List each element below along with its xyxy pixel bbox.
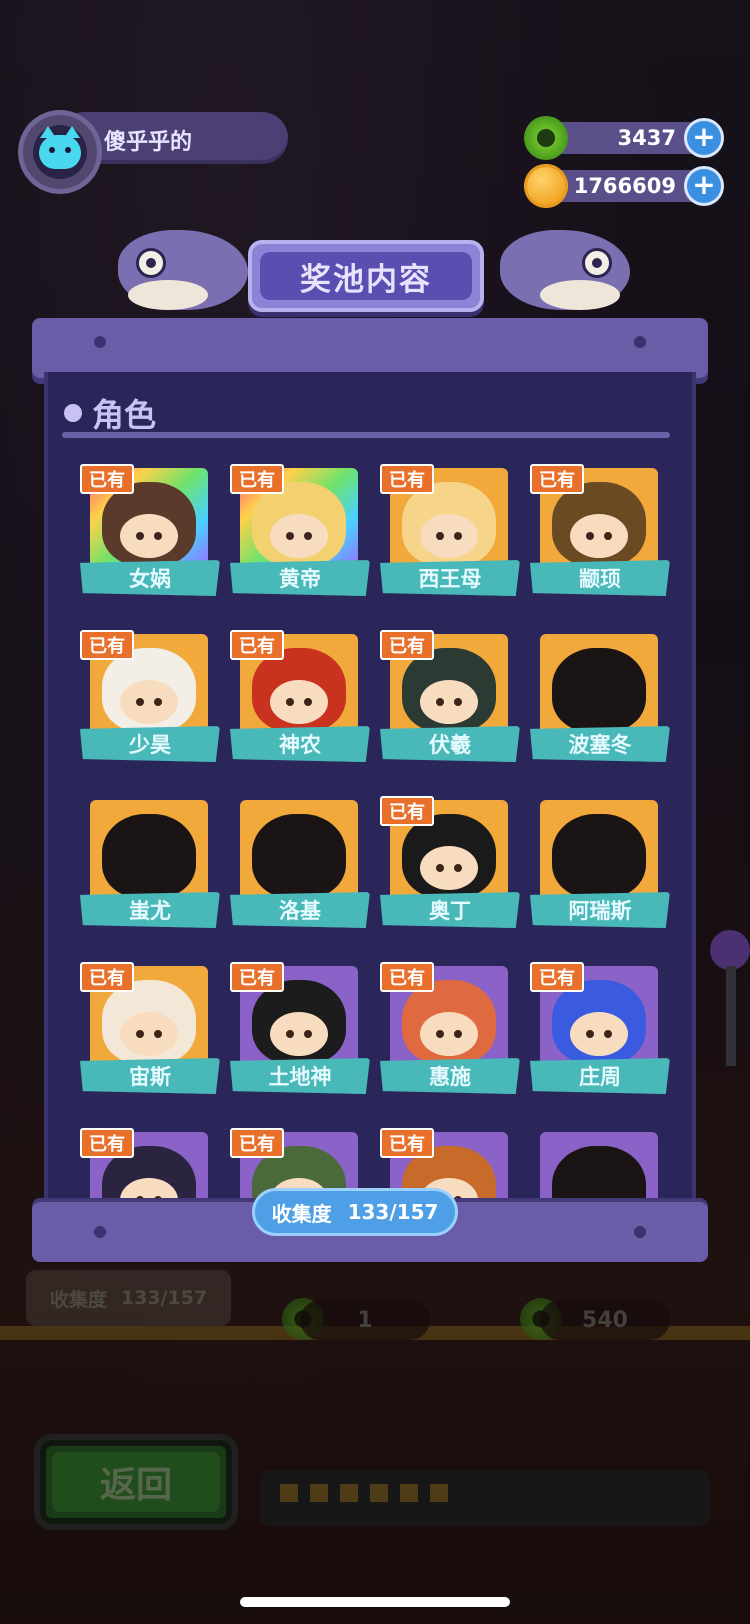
owned-badge: 已有 bbox=[380, 796, 434, 826]
character-card[interactable]: 已有 伏羲 bbox=[380, 630, 520, 778]
character-card[interactable]: 已有 西王母 bbox=[380, 464, 520, 612]
section-header: 角色 bbox=[64, 390, 156, 436]
owned-badge: 已有 bbox=[80, 962, 134, 992]
character-card[interactable]: 已有 奥丁 bbox=[380, 796, 520, 944]
character-card[interactable]: 阿瑞斯 bbox=[530, 796, 670, 944]
character-card[interactable]: 已有 少昊 bbox=[80, 630, 220, 778]
planet-coin-icon bbox=[524, 164, 568, 208]
character-name: 蚩尤 bbox=[80, 892, 220, 928]
character-card[interactable]: 已有 颛顼 bbox=[530, 464, 670, 612]
character-name: 阿瑞斯 bbox=[530, 892, 670, 928]
add-planet-currency-button[interactable]: + bbox=[684, 166, 724, 206]
character-card[interactable]: 洛基 bbox=[230, 796, 370, 944]
modal-title: 奖池内容 bbox=[260, 252, 472, 300]
character-card[interactable] bbox=[530, 1128, 670, 1206]
prize-pool-list[interactable]: 角色 已有 女娲 已有 黄帝 已有 西王母 已有 颛顼 已有 少昊 已有 神农 已有 伏羲 波塞冬 蚩尤 洛基已… bbox=[44, 372, 696, 1206]
owned-badge: 已有 bbox=[230, 1128, 284, 1158]
character-portrait bbox=[552, 814, 646, 898]
modal-title-plate: 奖池内容 bbox=[248, 240, 484, 312]
player-profile[interactable]: 傻乎乎的 bbox=[18, 110, 288, 194]
add-green-currency-button[interactable]: + bbox=[684, 118, 724, 158]
character-name: 伏羲 bbox=[380, 726, 520, 762]
character-portrait bbox=[252, 980, 346, 1064]
green-coin-icon bbox=[524, 116, 568, 160]
currency-planet: 1766609 + bbox=[524, 164, 724, 208]
character-card[interactable]: 已有 土地神 bbox=[230, 962, 370, 1110]
fish-decoration-right bbox=[500, 230, 630, 310]
character-portrait bbox=[402, 980, 496, 1064]
owned-badge: 已有 bbox=[230, 630, 284, 660]
owned-badge: 已有 bbox=[530, 962, 584, 992]
owned-badge: 已有 bbox=[380, 630, 434, 660]
character-portrait bbox=[252, 482, 346, 566]
owned-badge: 已有 bbox=[380, 1128, 434, 1158]
avatar[interactable] bbox=[18, 110, 102, 194]
character-card[interactable]: 已有 神农 bbox=[230, 630, 370, 778]
currency-green-value: 3437 bbox=[617, 126, 676, 150]
character-name: 神农 bbox=[230, 726, 370, 762]
character-name: 庄周 bbox=[530, 1058, 670, 1094]
character-name: 西王母 bbox=[380, 560, 520, 596]
character-card[interactable]: 已有 黄帝 bbox=[230, 464, 370, 612]
character-name: 惠施 bbox=[380, 1058, 520, 1094]
character-portrait bbox=[402, 482, 496, 566]
modal-top-frame bbox=[32, 318, 708, 378]
character-name: 波塞冬 bbox=[530, 726, 670, 762]
character-name: 黄帝 bbox=[230, 560, 370, 596]
character-name: 宙斯 bbox=[80, 1058, 220, 1094]
character-name: 女娲 bbox=[80, 560, 220, 596]
collection-progress-value: 133/157 bbox=[347, 1200, 439, 1224]
section-title: 角色 bbox=[92, 396, 157, 434]
character-portrait bbox=[402, 814, 496, 898]
collection-progress: 收集度 133/157 bbox=[252, 1188, 458, 1236]
currency-planet-value: 1766609 bbox=[573, 174, 676, 198]
owned-badge: 已有 bbox=[80, 1128, 134, 1158]
currency-green: 3437 + bbox=[524, 116, 724, 160]
character-name: 奥丁 bbox=[380, 892, 520, 928]
character-portrait bbox=[552, 648, 646, 732]
character-card[interactable]: 蚩尤 bbox=[80, 796, 220, 944]
character-portrait bbox=[402, 648, 496, 732]
owned-badge: 已有 bbox=[530, 464, 584, 494]
character-name: 颛顼 bbox=[530, 560, 670, 596]
character-portrait bbox=[552, 980, 646, 1064]
character-portrait bbox=[102, 648, 196, 732]
character-portrait bbox=[102, 814, 196, 898]
fish-decoration-left bbox=[118, 230, 248, 310]
character-portrait bbox=[252, 648, 346, 732]
character-card[interactable]: 已有 女娲 bbox=[80, 464, 220, 612]
character-name: 土地神 bbox=[230, 1058, 370, 1094]
character-portrait bbox=[102, 482, 196, 566]
owned-badge: 已有 bbox=[380, 464, 434, 494]
owned-badge: 已有 bbox=[80, 464, 134, 494]
character-portrait bbox=[252, 814, 346, 898]
section-divider bbox=[62, 432, 670, 438]
character-card[interactable]: 已有 惠施 bbox=[380, 962, 520, 1110]
owned-badge: 已有 bbox=[230, 962, 284, 992]
character-name: 少昊 bbox=[80, 726, 220, 762]
owned-badge: 已有 bbox=[230, 464, 284, 494]
character-card[interactable]: 波塞冬 bbox=[530, 630, 670, 778]
player-name: 傻乎乎的 bbox=[104, 130, 193, 155]
character-portrait bbox=[102, 980, 196, 1064]
owned-badge: 已有 bbox=[380, 962, 434, 992]
character-card[interactable]: 已有 bbox=[80, 1128, 220, 1206]
collection-progress-label: 收集度 bbox=[271, 1201, 332, 1226]
character-card[interactable]: 已有 庄周 bbox=[530, 962, 670, 1110]
character-portrait bbox=[552, 482, 646, 566]
owned-badge: 已有 bbox=[80, 630, 134, 660]
character-card[interactable]: 已有 宙斯 bbox=[80, 962, 220, 1110]
home-indicator[interactable] bbox=[240, 1597, 510, 1607]
character-name: 洛基 bbox=[230, 892, 370, 928]
bullet-icon bbox=[64, 404, 82, 422]
cat-avatar-icon bbox=[39, 126, 81, 169]
